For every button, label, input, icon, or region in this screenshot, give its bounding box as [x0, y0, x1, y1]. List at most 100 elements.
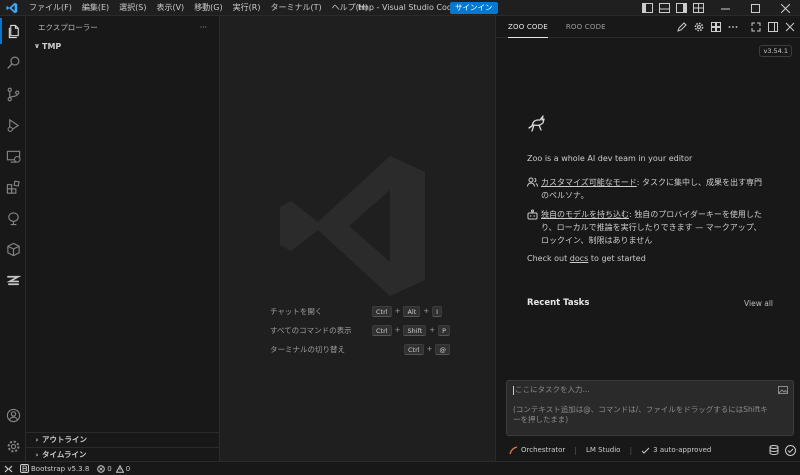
- key: Shift: [403, 324, 427, 336]
- error-icon: [97, 464, 106, 473]
- window-title: tmp - Visual Studio Code: [358, 3, 457, 12]
- status-bar: Bootstrap v5.3.8 0 0: [0, 461, 800, 475]
- settings-gear-icon[interactable]: [693, 21, 705, 33]
- chevron-right-icon: ›: [35, 435, 39, 444]
- vscode-watermark-icon: [280, 156, 425, 296]
- remote-explorer-icon[interactable]: [0, 143, 26, 169]
- model-icon: [527, 209, 541, 247]
- provider-selector[interactable]: LM Studio: [583, 444, 623, 456]
- menu-go[interactable]: 移動(G): [189, 0, 227, 16]
- tab-roo-code[interactable]: ROO CODE: [566, 16, 606, 38]
- maximize-icon[interactable]: [740, 0, 770, 16]
- explorer-title: エクスプローラー: [38, 22, 98, 32]
- menu-edit[interactable]: 編集(E): [77, 0, 114, 16]
- outline-section[interactable]: › アウトライン: [26, 432, 220, 446]
- menu-run[interactable]: 実行(R): [228, 0, 266, 16]
- folder-tmp-label: TMP: [42, 41, 62, 51]
- users-icon: [527, 177, 541, 202]
- close-panel-icon[interactable]: [784, 21, 796, 33]
- custom-modes-link[interactable]: カスタマイズ可能なモード: [541, 178, 637, 187]
- menu-file[interactable]: ファイル(F): [24, 0, 77, 16]
- explorer-sidebar: エクスプローラー ··· ∨ TMP › アウトライン › タイムライン: [26, 16, 220, 461]
- menu-view[interactable]: 表示(V): [151, 0, 189, 16]
- maximize-panel-icon[interactable]: [750, 21, 762, 33]
- toggle-secondary-sidebar-icon[interactable]: [675, 2, 687, 14]
- provider-label: LM Studio: [586, 446, 621, 454]
- docs-suffix: to get started: [588, 254, 646, 263]
- shortcut-label: チャットを開く: [270, 306, 323, 316]
- testing-icon[interactable]: [0, 205, 26, 231]
- settings-gear-icon[interactable]: [0, 433, 26, 459]
- minimize-icon[interactable]: [710, 0, 740, 16]
- task-input-hint: (コンテキスト追加は@、コマンドは/、ファイルをドラッグするにはShiftキーを…: [513, 405, 768, 424]
- zoo-code-icon[interactable]: [0, 267, 26, 293]
- bootstrap-label: Bootstrap v5.3.8: [31, 464, 90, 473]
- explorer-icon[interactable]: [0, 18, 26, 44]
- marketplace-icon[interactable]: [710, 21, 722, 33]
- tab-zoo-code[interactable]: ZOO CODE: [508, 16, 548, 38]
- secondary-sidebar-icon[interactable]: [767, 21, 779, 33]
- database-icon[interactable]: [769, 445, 779, 455]
- shortcut-label: すべてのコマンドの表示: [270, 325, 352, 335]
- customize-layout-icon[interactable]: [692, 2, 704, 14]
- containers-icon[interactable]: [0, 236, 26, 262]
- toggle-panel-icon[interactable]: [658, 2, 670, 14]
- task-input-placeholder: ここにタスクを入力...: [515, 385, 590, 394]
- zoo-code-panel: ZOO CODE ROO CODE v3.54.1 Zoo is a whole…: [495, 16, 800, 461]
- problems-status[interactable]: 0 0: [97, 464, 131, 473]
- keybinding: Ctrl + @: [404, 343, 450, 355]
- account-icon[interactable]: [0, 402, 26, 428]
- remote-indicator-icon[interactable]: [0, 462, 16, 475]
- explorer-header: エクスプローラー ···: [26, 16, 219, 38]
- key: I: [432, 305, 443, 317]
- menu-terminal[interactable]: ターミナル(T): [265, 0, 326, 16]
- outline-label: アウトライン: [42, 435, 87, 444]
- mode-selector[interactable]: Orchestrator: [506, 444, 568, 456]
- key: @: [435, 343, 450, 355]
- feature-custom-modes: カスタマイズ可能なモード: タスクに集中し、成果を出す専門のペルソナ。: [527, 176, 767, 202]
- add-image-icon[interactable]: [778, 385, 788, 395]
- menu-selection[interactable]: 選択(S): [114, 0, 151, 16]
- extensions-icon[interactable]: [0, 174, 26, 200]
- view-all-link[interactable]: View all: [744, 299, 773, 308]
- key: Alt: [403, 305, 421, 317]
- run-debug-icon[interactable]: [0, 112, 26, 138]
- layout-controls: [641, 0, 704, 16]
- vscode-logo-icon[interactable]: [4, 0, 20, 16]
- chat-toolbar: Orchestrator | LM Studio | 3 auto-approv…: [506, 443, 796, 457]
- panel-actions: [676, 16, 796, 38]
- edit-icon[interactable]: [676, 21, 688, 33]
- close-icon[interactable]: [770, 0, 800, 16]
- toggle-primary-sidebar-icon[interactable]: [641, 2, 653, 14]
- folder-tmp[interactable]: ∨ TMP: [26, 38, 219, 54]
- timeline-section[interactable]: › タイムライン: [26, 447, 220, 461]
- search-icon[interactable]: [0, 49, 26, 75]
- source-control-icon[interactable]: [0, 81, 26, 107]
- warning-count: 0: [125, 464, 131, 473]
- task-input[interactable]: ここにタスクを入力... (コンテキスト追加は@、コマンドは/、ファイルをドラッ…: [506, 380, 794, 436]
- key: Ctrl: [372, 305, 392, 317]
- key: P: [438, 324, 451, 336]
- zoo-logo-icon: [528, 115, 545, 132]
- editor-area: チャットを開く Ctrl + Alt + I すべてのコマンドの表示 Ctrl + S…: [220, 16, 495, 461]
- own-model-link[interactable]: 独自のモデルを持ち込む: [541, 210, 629, 219]
- version-badge: v3.54.1: [759, 45, 792, 57]
- explorer-more-icon[interactable]: ···: [200, 23, 207, 32]
- bootstrap-icon: [20, 464, 29, 473]
- shortcut-show-commands: すべてのコマンドの表示 Ctrl + Shift + P: [270, 322, 500, 338]
- error-count: 0: [107, 464, 112, 473]
- more-icon[interactable]: [727, 21, 739, 33]
- title-bar: ファイル(F) 編集(E) 選択(S) 表示(V) 移動(G) 実行(R) ター…: [0, 0, 800, 16]
- docs-link[interactable]: docs: [570, 254, 589, 263]
- menu-bar: ファイル(F) 編集(E) 選択(S) 表示(V) 移動(G) 実行(R) ター…: [24, 0, 373, 16]
- shortcut-list: チャットを開く Ctrl + Alt + I すべてのコマンドの表示 Ctrl + S…: [270, 303, 500, 360]
- signin-button[interactable]: サインイン: [450, 2, 498, 14]
- auto-approve-toggle[interactable]: 3 auto-approved: [638, 444, 714, 456]
- auto-approve-label: 3 auto-approved: [653, 446, 712, 454]
- send-icon[interactable]: [785, 444, 796, 456]
- timeline-label: タイムライン: [42, 450, 87, 459]
- key: Ctrl: [372, 324, 392, 336]
- keybinding: Ctrl + Alt + I: [372, 305, 443, 317]
- recent-tasks-heading: Recent Tasks: [527, 298, 590, 308]
- bootstrap-status[interactable]: Bootstrap v5.3.8: [20, 464, 89, 473]
